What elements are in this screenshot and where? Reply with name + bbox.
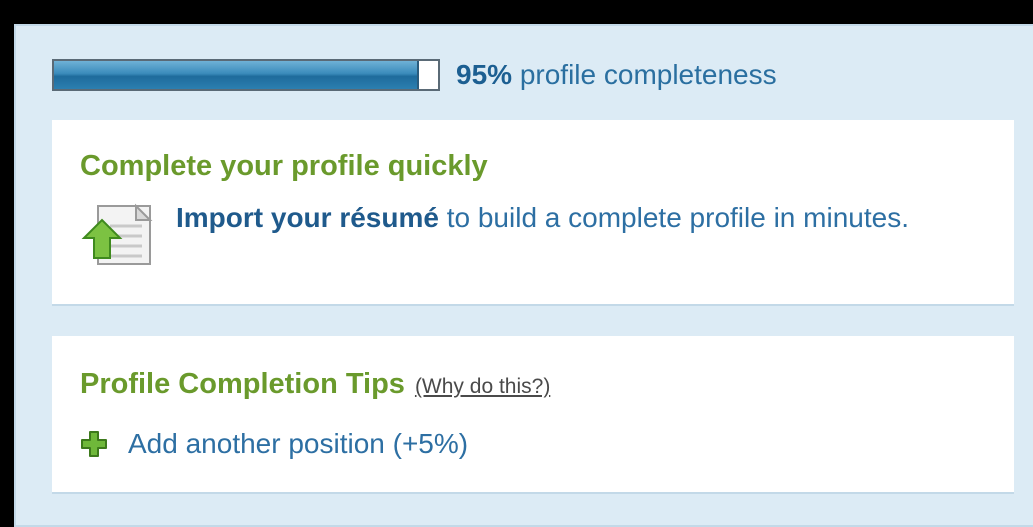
completion-tips-card: Profile Completion Tips (Why do this?) Ad… — [52, 336, 1014, 494]
document-upload-icon — [81, 203, 153, 265]
complete-profile-card: Complete your profile quickly Import you… — [52, 120, 1014, 306]
progress-label: 95% profile completeness — [456, 59, 777, 91]
plus-icon — [81, 431, 107, 457]
import-resume-link[interactable]: Import your résumé — [176, 202, 439, 233]
completion-tips-title: Profile Completion Tips (Why do this?) — [80, 368, 550, 401]
import-resume-rest: to build a complete profile in minutes. — [438, 202, 909, 233]
import-resume-text: Import your résumé to build a complete p… — [176, 200, 986, 236]
why-do-this-link[interactable]: (Why do this?) — [415, 375, 550, 398]
progress-caption: profile completeness — [512, 59, 777, 90]
profile-progress-fill — [54, 61, 419, 89]
completion-tips-heading: Profile Completion Tips — [80, 368, 405, 400]
profile-completeness-panel: 95% profile completeness Complete your p… — [14, 24, 1033, 527]
screenshot-frame: 95% profile completeness Complete your p… — [0, 0, 1033, 527]
progress-row: 95% profile completeness — [52, 56, 777, 94]
tip-item[interactable]: Add another position (+5%) — [80, 428, 468, 460]
progress-percent: 95% — [456, 59, 513, 90]
profile-progress-bar — [52, 59, 440, 91]
add-position-tip[interactable]: Add another position (+5%) — [128, 428, 468, 460]
complete-profile-title: Complete your profile quickly — [80, 150, 488, 182]
